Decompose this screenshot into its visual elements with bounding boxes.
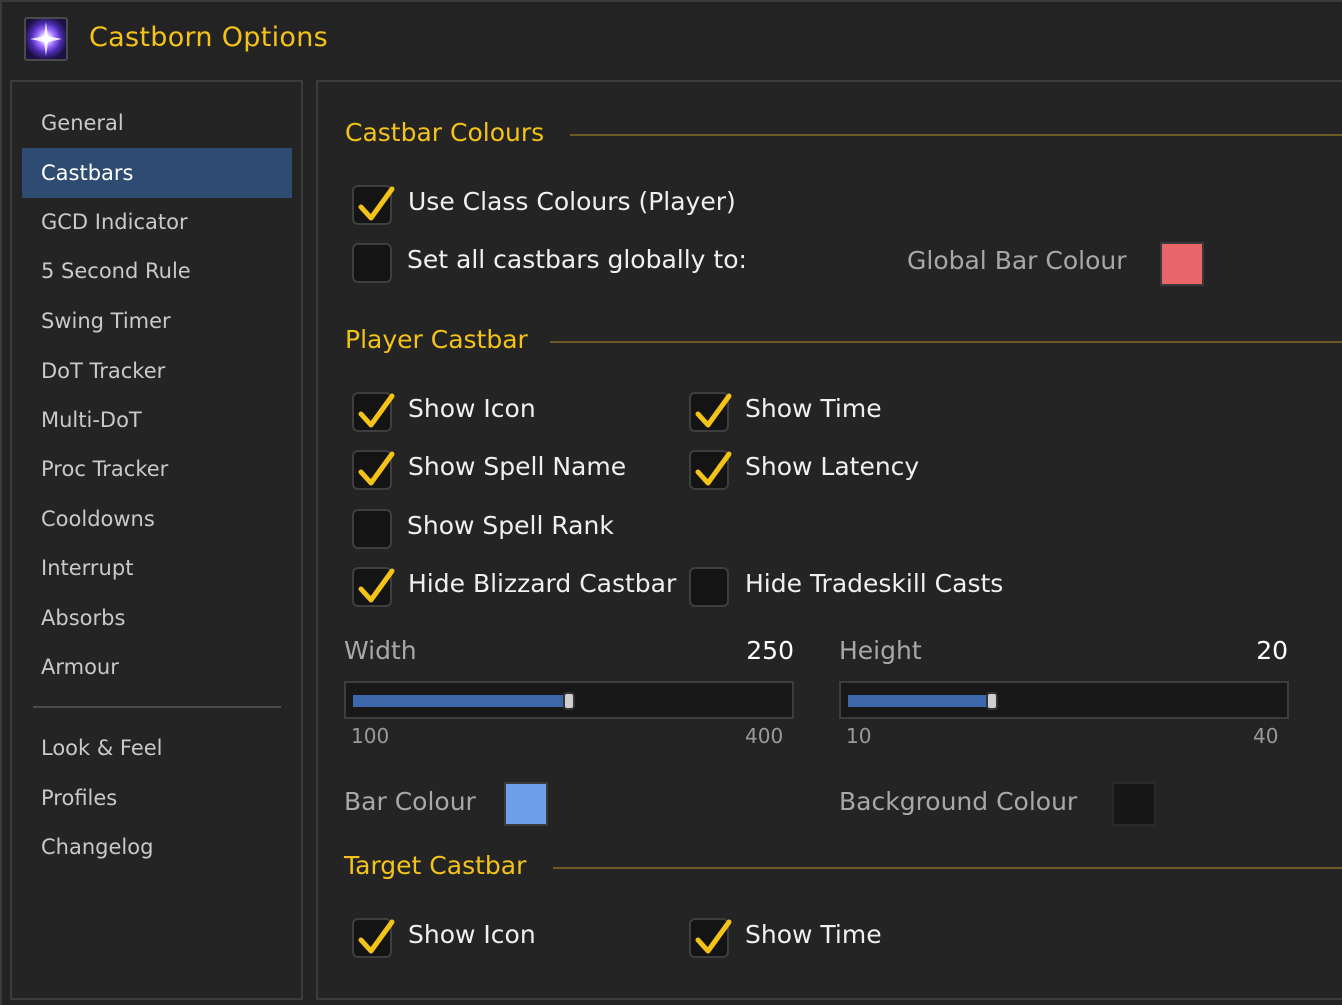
sidebar-item-general[interactable]: General: [22, 98, 292, 148]
target-show-time-checkbox[interactable]: [689, 918, 732, 958]
title-bar[interactable]: Castborn Options: [2, 2, 1342, 74]
background-colour-swatch[interactable]: [1112, 782, 1156, 826]
settings-panel: Castbar Colours Use Class Colours (Playe…: [316, 80, 1342, 1000]
use-class-colours-checkbox[interactable]: [352, 185, 395, 225]
sidebar-item-look-and-feel[interactable]: Look & Feel: [22, 723, 292, 773]
height-slider-fill: [848, 695, 992, 707]
height-slider[interactable]: [839, 681, 1289, 719]
show-latency-label: Show Latency: [745, 452, 920, 481]
target-show-time-label: Show Time: [745, 920, 882, 949]
hide-blizzard-castbar-checkbox[interactable]: [352, 567, 395, 607]
show-spell-name-checkbox[interactable]: [352, 450, 395, 490]
sidebar-divider: [33, 706, 281, 708]
set-global-label: Set all castbars globally to:: [407, 245, 747, 274]
width-slider-max: 400: [745, 724, 784, 748]
height-slider-max: 40: [1253, 724, 1279, 748]
show-spell-name-label: Show Spell Name: [408, 452, 627, 481]
sidebar-item-multi-dot[interactable]: Multi-DoT: [22, 395, 292, 445]
height-slider-value: 20: [1256, 636, 1288, 665]
section-divider: [550, 341, 1342, 343]
hide-tradeskill-label: Hide Tradeskill Casts: [745, 569, 1004, 598]
show-time-label: Show Time: [745, 394, 882, 423]
sidebar-item-armour[interactable]: Armour: [22, 642, 292, 692]
section-title-castbar-colours: Castbar Colours: [345, 118, 545, 147]
hide-tradeskill-checkbox[interactable]: [689, 567, 729, 607]
sidebar-item-gcd-indicator[interactable]: GCD Indicator: [22, 197, 292, 247]
sidebar-item-interrupt[interactable]: Interrupt: [22, 543, 292, 593]
sidebar-nav: General Castbars GCD Indicator 5 Second …: [10, 80, 303, 1000]
width-slider[interactable]: [344, 681, 794, 719]
bar-colour-swatch[interactable]: [504, 782, 548, 826]
use-class-colours-label: Use Class Colours (Player): [408, 187, 736, 216]
global-bar-colour-label: Global Bar Colour: [907, 246, 1127, 275]
hide-blizzard-castbar-label: Hide Blizzard Castbar: [408, 569, 677, 598]
section-divider: [553, 867, 1342, 869]
width-slider-min: 100: [351, 724, 390, 748]
global-bar-colour-swatch[interactable]: [1160, 242, 1204, 286]
width-slider-label: Width: [344, 636, 417, 665]
show-icon-label: Show Icon: [408, 394, 536, 423]
sidebar-item-5-second-rule[interactable]: 5 Second Rule: [22, 246, 292, 296]
arcane-star-icon: [24, 17, 68, 61]
width-slider-fill: [353, 695, 569, 707]
width-slider-value: 250: [746, 636, 794, 665]
window-title: Castborn Options: [89, 22, 329, 53]
set-global-checkbox[interactable]: [352, 243, 392, 283]
target-show-icon-label: Show Icon: [408, 920, 536, 949]
sidebar-item-dot-tracker[interactable]: DoT Tracker: [22, 346, 292, 396]
height-slider-label: Height: [839, 636, 922, 665]
show-spell-rank-label: Show Spell Rank: [407, 511, 614, 540]
section-title-target-castbar: Target Castbar: [344, 851, 527, 880]
sidebar-item-proc-tracker[interactable]: Proc Tracker: [22, 444, 292, 494]
section-divider: [570, 134, 1342, 136]
sidebar-item-swing-timer[interactable]: Swing Timer: [22, 296, 292, 346]
section-title-player-castbar: Player Castbar: [345, 325, 528, 354]
target-show-icon-checkbox[interactable]: [352, 918, 395, 958]
show-spell-rank-checkbox[interactable]: [352, 509, 392, 549]
background-colour-label: Background Colour: [839, 787, 1078, 816]
show-latency-checkbox[interactable]: [689, 450, 732, 490]
sidebar-item-profiles[interactable]: Profiles: [22, 773, 292, 823]
sidebar-item-castbars[interactable]: Castbars: [22, 148, 292, 198]
sidebar-item-changelog[interactable]: Changelog: [22, 822, 292, 872]
height-slider-thumb[interactable]: [986, 692, 998, 710]
sidebar-item-absorbs[interactable]: Absorbs: [22, 593, 292, 643]
show-icon-checkbox[interactable]: [352, 392, 395, 432]
bar-colour-label: Bar Colour: [344, 787, 476, 816]
height-slider-min: 10: [846, 724, 872, 748]
options-window: Castborn Options General Castbars GCD In…: [0, 0, 1342, 1005]
width-slider-thumb[interactable]: [563, 692, 575, 710]
sidebar-item-cooldowns[interactable]: Cooldowns: [22, 494, 292, 544]
show-time-checkbox[interactable]: [689, 392, 732, 432]
